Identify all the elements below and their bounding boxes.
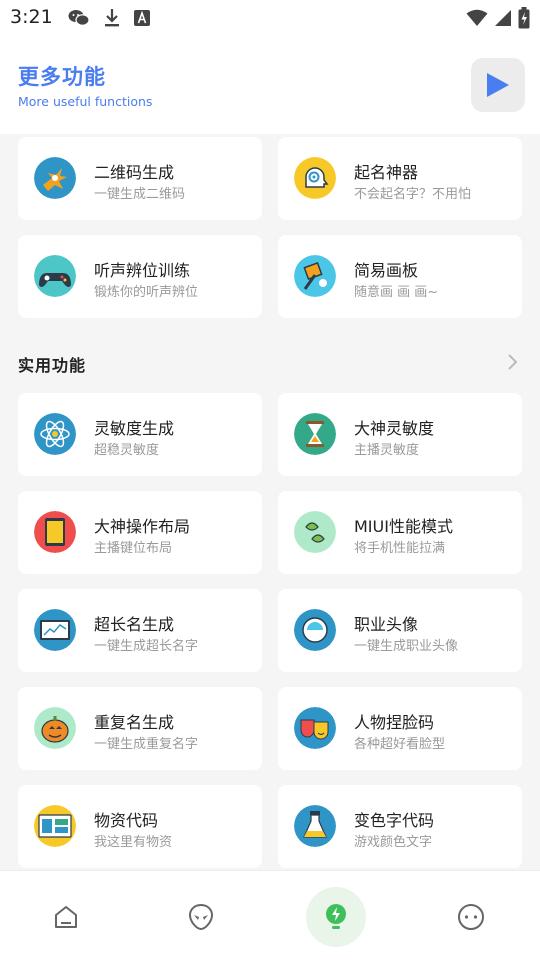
home-icon <box>55 906 77 928</box>
card-subtitle: 我这里有物资 <box>94 835 173 850</box>
brain-icon <box>294 157 336 199</box>
card-long-name[interactable]: 超长名生成 一键生成超长名字 <box>18 589 262 672</box>
pumpkin-icon <box>34 707 76 749</box>
card-title: 变色字代码 <box>354 811 435 830</box>
wechat-icon <box>68 10 90 26</box>
card-title: 重复名生成 <box>94 713 175 732</box>
nav-tools[interactable] <box>306 887 366 947</box>
card-subtitle: 主播键位布局 <box>94 541 173 556</box>
card-title: 超长名生成 <box>94 615 175 634</box>
section-title: 实用功能 <box>18 356 87 375</box>
battery-icon <box>518 7 530 29</box>
monitor-icon <box>34 609 76 651</box>
card-subtitle: 一键生成超长名字 <box>94 639 199 654</box>
paint-icon <box>294 255 336 297</box>
font-app-icon <box>134 10 150 26</box>
card-sound-training[interactable]: 听声辨位训练 锻炼你的听声辨位 <box>18 235 262 318</box>
card-subtitle: 随意画 画 画~ <box>354 285 439 300</box>
card-subtitle: 不会起名字？不用怕 <box>354 187 472 202</box>
card-drawing-board[interactable]: 简易画板 随意画 画 画~ <box>278 235 522 318</box>
card-title: 人物捏脸码 <box>354 713 435 732</box>
page-header: 更多功能 More useful functions <box>0 36 540 134</box>
chevron-right-icon <box>508 354 518 370</box>
qrcode-icon <box>34 157 76 199</box>
page-subtitle: More useful functions <box>18 94 153 109</box>
nav-more[interactable] <box>441 887 501 947</box>
bulb-icon <box>326 904 346 929</box>
card-subtitle: 游戏颜色文字 <box>354 835 433 850</box>
card-title: 二维码生成 <box>94 163 175 182</box>
play-icon <box>487 73 509 97</box>
astronaut-icon <box>294 609 336 651</box>
bottom-nav <box>0 870 540 960</box>
card-title: 起名神器 <box>354 163 419 182</box>
card-subtitle: 各种超好看脸型 <box>354 737 446 752</box>
card-title: MIUI性能模式 <box>354 517 453 536</box>
wifi-icon <box>466 9 488 26</box>
card-color-text-code[interactable]: 变色字代码 游戏颜色文字 <box>278 785 522 868</box>
nav-home[interactable] <box>36 887 96 947</box>
card-supply-code[interactable]: 物资代码 我这里有物资 <box>18 785 262 868</box>
card-title: 大神灵敏度 <box>354 419 435 438</box>
card-title: 听声辨位训练 <box>94 261 191 280</box>
card-subtitle: 超稳灵敏度 <box>94 443 160 458</box>
card-title: 物资代码 <box>94 811 159 830</box>
card-subtitle: 一键生成二维码 <box>94 187 186 202</box>
card-name-generator[interactable]: 起名神器 不会起名字？不用怕 <box>278 137 522 220</box>
card-title: 简易画板 <box>354 261 419 280</box>
masks-icon <box>294 707 336 749</box>
more-icon <box>458 904 484 930</box>
page-title: 更多功能 <box>18 65 106 89</box>
status-bar: 3:21 <box>0 0 540 36</box>
card-title: 灵敏度生成 <box>94 419 175 438</box>
card-subtitle: 主播灵敏度 <box>354 443 420 458</box>
nav-alien[interactable] <box>171 887 231 947</box>
card-subtitle: 一键生成重复名字 <box>94 737 199 752</box>
card-subtitle: 将手机性能拉满 <box>354 541 446 556</box>
card-subtitle: 一键生成职业头像 <box>354 639 459 654</box>
card-sensitivity-generator[interactable]: 灵敏度生成 超稳灵敏度 <box>18 393 262 476</box>
leaf-icon <box>294 511 336 553</box>
card-title: 职业头像 <box>354 615 419 634</box>
card-pro-sensitivity[interactable]: 大神灵敏度 主播灵敏度 <box>278 393 522 476</box>
flask-icon <box>294 805 336 847</box>
gamepad-icon <box>34 255 76 297</box>
card-duplicate-name[interactable]: 重复名生成 一键生成重复名字 <box>18 687 262 770</box>
card-face-code[interactable]: 人物捏脸码 各种超好看脸型 <box>278 687 522 770</box>
card-pro-layout[interactable]: 大神操作布局 主播键位布局 <box>18 491 262 574</box>
alien-icon <box>188 903 214 931</box>
hourglass-icon <box>294 413 336 455</box>
card-qrcode-generator[interactable]: 二维码生成 一键生成二维码 <box>18 137 262 220</box>
status-time: 3:21 <box>10 6 53 28</box>
tablet-icon <box>34 511 76 553</box>
card-miui-performance[interactable]: MIUI性能模式 将手机性能拉满 <box>278 491 522 574</box>
section-more-button[interactable] <box>505 352 521 372</box>
card-career-avatar[interactable]: 职业头像 一键生成职业头像 <box>278 589 522 672</box>
download-icon <box>105 9 119 27</box>
card-subtitle: 锻炼你的听声辨位 <box>94 285 199 300</box>
card-title: 大神操作布局 <box>94 517 191 536</box>
layout-icon <box>34 805 76 847</box>
atom-icon <box>34 413 76 455</box>
play-button[interactable] <box>471 58 525 112</box>
signal-icon <box>495 10 511 26</box>
